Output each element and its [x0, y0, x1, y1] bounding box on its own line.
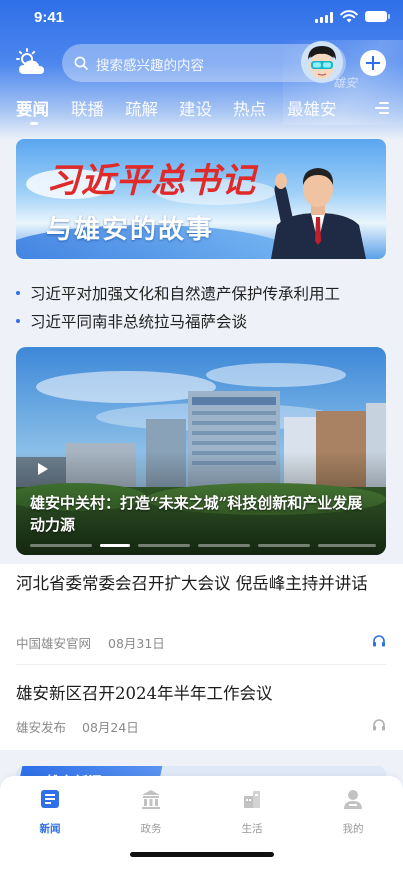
tab-zuixiongan[interactable]: 最雄安 — [287, 96, 337, 120]
banner-subtitle: 与雄安的故事 — [46, 215, 215, 245]
banner-portrait — [271, 168, 366, 259]
status-bar: 9:41 — [0, 0, 403, 38]
banner-title: 习近平总书记 — [46, 161, 256, 201]
tab-lianbo[interactable]: 联播 — [71, 96, 104, 120]
status-time: 9:41 — [34, 9, 65, 26]
tab-label: 生活 — [241, 823, 263, 835]
news-date: 08月31日 — [108, 636, 165, 651]
add-button[interactable] — [360, 50, 386, 76]
headphone-icon[interactable] — [372, 718, 386, 731]
news-icon — [41, 790, 59, 808]
search-placeholder: 搜索感兴趣的内容 — [96, 58, 204, 74]
profile-icon — [344, 790, 362, 809]
headline-text: 习近平同南非总统拉马福萨会谈 — [30, 313, 248, 331]
carousel-dot[interactable] — [138, 544, 190, 547]
hero-caption: 雄安中关村：打造“未来之城”科技创新和产业发展动力源 — [30, 494, 363, 534]
government-icon — [142, 790, 160, 809]
play-icon[interactable] — [38, 463, 48, 475]
carousel-dot[interactable] — [198, 544, 250, 547]
headline-item[interactable]: 习近平对加强文化和自然遗产保护传承利用工 — [16, 281, 390, 305]
tab-news[interactable]: 新闻 — [20, 788, 80, 836]
tab-label: 新闻 — [39, 823, 61, 835]
channel-tabs: 要闻 联播 疏解 建设 热点 最雄安 — [0, 96, 403, 130]
tab-yaowen[interactable]: 要闻 — [16, 96, 49, 120]
headphone-icon[interactable] — [372, 634, 386, 647]
news-item[interactable]: 河北省委常委会召开扩大会议 倪岳峰主持并讲话 中国雄安官网 08月31日 — [16, 571, 388, 657]
feature-banner[interactable]: 习近平总书记 与雄安的故事 — [16, 139, 386, 259]
divider — [16, 664, 386, 665]
tab-jianshe[interactable]: 建设 — [179, 96, 212, 120]
carousel-dot[interactable] — [318, 544, 376, 547]
life-icon — [244, 791, 260, 808]
news-date: 08月24日 — [82, 720, 139, 735]
tab-profile[interactable]: 我的 — [323, 788, 383, 836]
bullet-icon — [16, 319, 20, 323]
carousel-dot[interactable] — [258, 544, 310, 547]
carousel-dot[interactable] — [100, 544, 130, 547]
news-item[interactable]: 雄安新区召开2024年半年工作会议 雄安发布 08月24日 — [16, 681, 388, 741]
hero-card[interactable]: 雄安中关村：打造“未来之城”科技创新和产业发展动力源 — [16, 347, 386, 555]
news-source: 雄安发布 — [16, 720, 67, 735]
brand-watermark: 雄安 — [333, 76, 358, 90]
wifi-icon — [340, 10, 358, 23]
search-icon — [74, 56, 88, 70]
tab-life[interactable]: 生活 — [222, 788, 282, 836]
tab-label: 政务 — [140, 823, 162, 835]
news-source: 中国雄安官网 — [16, 636, 92, 651]
carousel-indicator — [30, 544, 376, 547]
tab-redian[interactable]: 热点 — [233, 96, 266, 120]
signal-icon — [315, 12, 333, 23]
carousel-dot[interactable] — [30, 544, 92, 547]
home-indicator[interactable] — [130, 852, 274, 857]
menu-icon[interactable] — [375, 102, 389, 114]
bullet-icon — [16, 291, 20, 295]
headline-text: 习近平对加强文化和自然遗产保护传承利用工 — [30, 285, 341, 303]
headline-item[interactable]: 习近平同南非总统拉马福萨会谈 — [16, 309, 390, 333]
news-title: 雄安新区召开2024年半年工作会议 — [16, 684, 273, 703]
tab-government[interactable]: 政务 — [121, 788, 181, 836]
tab-label: 我的 — [342, 823, 364, 835]
news-title: 河北省委常委会召开扩大会议 倪岳峰主持并讲话 — [16, 574, 368, 593]
battery-icon — [365, 11, 390, 22]
weather-icon[interactable] — [14, 48, 48, 78]
active-tab-indicator — [30, 122, 38, 125]
tab-shujie[interactable]: 疏解 — [125, 96, 158, 120]
